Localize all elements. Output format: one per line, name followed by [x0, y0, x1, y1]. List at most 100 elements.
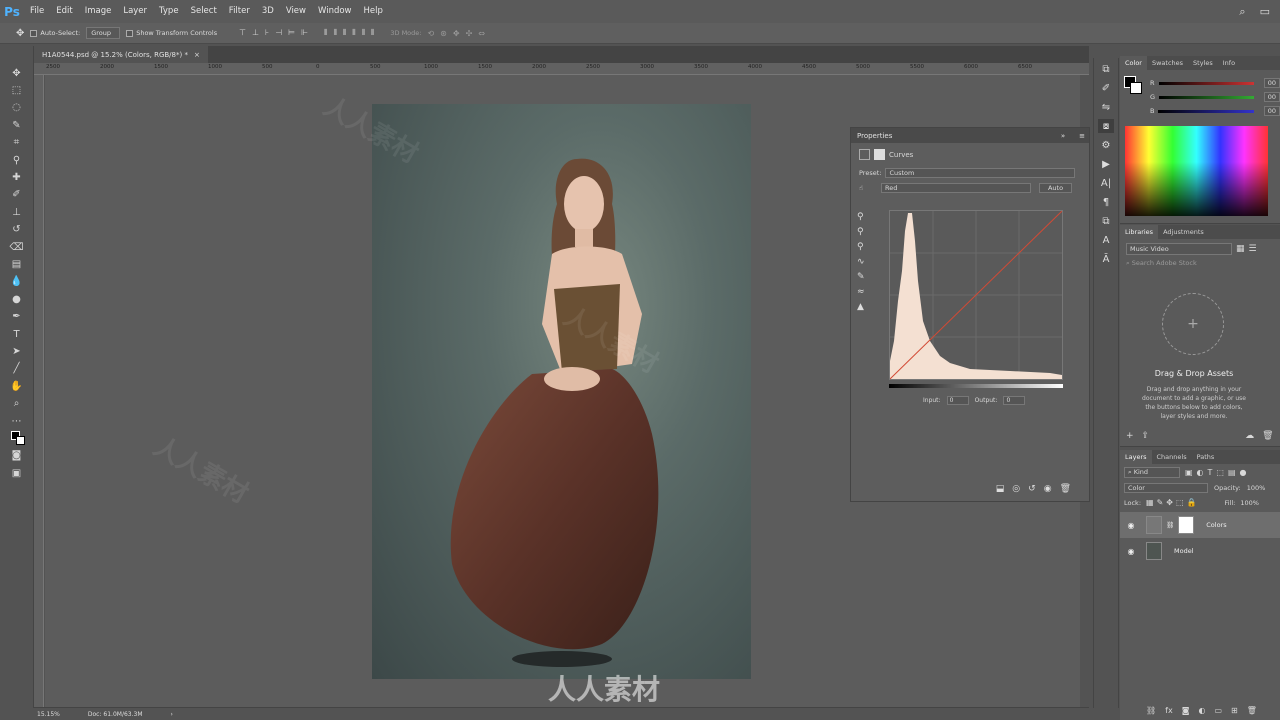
dodge-tool-icon[interactable]: ●: [7, 292, 27, 306]
reset-icon[interactable]: ↺: [1028, 484, 1036, 494]
lock-icons[interactable]: ▦✎✥⬚🔒: [1146, 498, 1199, 507]
clipping-warning-icon[interactable]: ▲: [857, 302, 865, 312]
lasso-tool-icon[interactable]: ◌: [7, 101, 27, 115]
tab-adjustments[interactable]: Adjustments: [1158, 225, 1209, 239]
slider-track[interactable]: [1158, 81, 1254, 85]
input-field[interactable]: 0: [946, 396, 969, 405]
curves-graph[interactable]: [889, 210, 1063, 380]
crop-tool-icon[interactable]: ⌗: [7, 136, 27, 150]
upload-icon[interactable]: ⇪: [1142, 431, 1150, 441]
tab-paths[interactable]: Paths: [1192, 450, 1220, 464]
marquee-tool-icon[interactable]: ⬚: [7, 83, 27, 97]
type-tool-icon[interactable]: T: [7, 327, 27, 341]
document-image[interactable]: [372, 104, 751, 679]
filter-icons[interactable]: ▣◐T⬚▤●: [1185, 468, 1251, 477]
line-tool-icon[interactable]: ╱: [7, 362, 27, 376]
tab-swatches[interactable]: Swatches: [1147, 56, 1188, 70]
tab-info[interactable]: Info: [1218, 56, 1240, 70]
slider-r[interactable]: R 00: [1120, 76, 1280, 90]
menu-layer[interactable]: Layer: [117, 0, 153, 23]
list-view-icon[interactable]: ☰: [1249, 244, 1257, 254]
stamp-tool-icon[interactable]: ⊥: [7, 205, 27, 219]
expand-icon[interactable]: ›: [171, 711, 173, 718]
slider-b[interactable]: B 00: [1120, 104, 1280, 118]
channel-dropdown[interactable]: Red: [880, 183, 1031, 193]
paragraph-icon[interactable]: ¶: [1098, 195, 1114, 209]
character-icon[interactable]: A|: [1098, 176, 1114, 190]
tab-color[interactable]: Color: [1120, 56, 1147, 70]
curve-point-icon[interactable]: ∿: [857, 257, 865, 267]
workspace-icon[interactable]: ▭: [1260, 5, 1270, 18]
cc-icon[interactable]: ☁: [1245, 431, 1254, 441]
panel-menu-icon[interactable]: ≡: [1079, 132, 1085, 140]
blend-mode-dropdown[interactable]: Color: [1124, 483, 1208, 493]
tool-preset-icon[interactable]: ⇋: [1098, 100, 1114, 114]
add-asset-icon[interactable]: +: [1162, 293, 1224, 355]
move-tool-icon[interactable]: ✥: [16, 28, 24, 39]
quick-mask-icon[interactable]: ◙: [7, 449, 27, 463]
more-tools-icon[interactable]: ⋯: [7, 414, 27, 428]
actions-icon[interactable]: ▶: [1098, 157, 1114, 171]
trash-icon[interactable]: 🗑: [1262, 431, 1273, 441]
menu-help[interactable]: Help: [358, 0, 389, 23]
zoom-tool-icon[interactable]: ⌕: [7, 396, 27, 410]
fill-field[interactable]: 100%: [1240, 499, 1259, 507]
output-field[interactable]: 0: [1003, 396, 1026, 405]
clone-source-icon[interactable]: ⧉: [1098, 214, 1114, 228]
path-select-tool-icon[interactable]: ➤: [7, 344, 27, 358]
brush-preset-icon[interactable]: ✐: [1098, 81, 1114, 95]
visibility-icon[interactable]: ◉: [1044, 484, 1052, 494]
layer-row-colors[interactable]: ◉ ⛓ Colors: [1120, 512, 1280, 538]
eraser-tool-icon[interactable]: ⌫: [7, 240, 27, 254]
white-point-eyedropper-icon[interactable]: ⚲: [857, 242, 865, 252]
gray-point-eyedropper-icon[interactable]: ⚲: [857, 227, 865, 237]
pen-tool-icon[interactable]: ✒: [7, 309, 27, 323]
menu-file[interactable]: File: [24, 0, 50, 23]
auto-button[interactable]: Auto: [1038, 183, 1073, 193]
add-mask-icon[interactable]: ◙: [1182, 706, 1190, 715]
history-brush-icon[interactable]: ↺: [7, 223, 27, 237]
search-icon[interactable]: ⌕: [1239, 5, 1245, 19]
stock-search[interactable]: ⌕ Search Adobe Stock: [1120, 259, 1280, 268]
3d-mode-icons[interactable]: ⟲ ⊛ ✥ ✣ ⇔: [427, 29, 485, 38]
slider-track[interactable]: [1159, 95, 1254, 99]
history-icon[interactable]: ⧉: [1098, 62, 1114, 76]
tab-styles[interactable]: Styles: [1188, 56, 1218, 70]
tab-layers[interactable]: Layers: [1120, 450, 1152, 464]
slider-g[interactable]: G 00: [1120, 90, 1280, 104]
auto-select-dropdown[interactable]: Group: [86, 27, 121, 39]
show-transform-checkbox[interactable]: Show Transform Controls: [126, 29, 217, 37]
menu-window[interactable]: Window: [312, 0, 358, 23]
opacity-field[interactable]: 100%: [1247, 484, 1266, 492]
zoom-level[interactable]: 15.15%: [37, 711, 60, 718]
styles-icon[interactable]: Ā: [1098, 252, 1114, 266]
slider-track[interactable]: [1158, 109, 1254, 113]
view-previous-icon[interactable]: ◎: [1012, 484, 1020, 494]
visibility-eye-icon[interactable]: ◉: [1126, 547, 1136, 556]
menu-image[interactable]: Image: [79, 0, 118, 23]
adjustment-layer-icon[interactable]: ◐: [1198, 706, 1205, 715]
grid-view-icon[interactable]: ▦: [1236, 244, 1245, 254]
menu-3d[interactable]: 3D: [256, 0, 280, 23]
layer-row-model[interactable]: ◉ Model: [1120, 538, 1280, 564]
collapse-icon[interactable]: »: [1061, 132, 1065, 140]
fx-icon[interactable]: fx: [1165, 706, 1173, 715]
brush-tool-icon[interactable]: ✐: [7, 188, 27, 202]
eyedropper-tool-icon[interactable]: ⚲: [7, 153, 27, 167]
tab-channels[interactable]: Channels: [1152, 450, 1192, 464]
quick-select-tool-icon[interactable]: ✎: [7, 118, 27, 132]
visibility-eye-icon[interactable]: ◉: [1126, 521, 1136, 530]
menu-view[interactable]: View: [280, 0, 312, 23]
preset-dropdown[interactable]: Custom: [885, 168, 1076, 178]
screen-mode-icon[interactable]: ▣: [7, 466, 27, 480]
auto-select-checkbox[interactable]: Auto-Select:: [30, 29, 80, 37]
gradient-tool-icon[interactable]: ▤: [7, 257, 27, 271]
clip-to-layer-icon[interactable]: ⬓: [996, 484, 1005, 494]
hand-tool-icon[interactable]: ✋: [7, 379, 27, 393]
move-tool-icon[interactable]: ✥: [7, 66, 27, 80]
color-spectrum[interactable]: [1125, 126, 1268, 216]
close-icon[interactable]: ×: [194, 51, 200, 59]
color-swatch-icon[interactable]: [7, 431, 27, 446]
align-icons[interactable]: ⊤ ⊥ ⊦ ⊣ ⊨ ⊩ ⫴ ⫴ ⫴ ⫴ ⫴ ⫴: [239, 28, 374, 38]
library-dropdown[interactable]: Music Video: [1126, 243, 1232, 255]
